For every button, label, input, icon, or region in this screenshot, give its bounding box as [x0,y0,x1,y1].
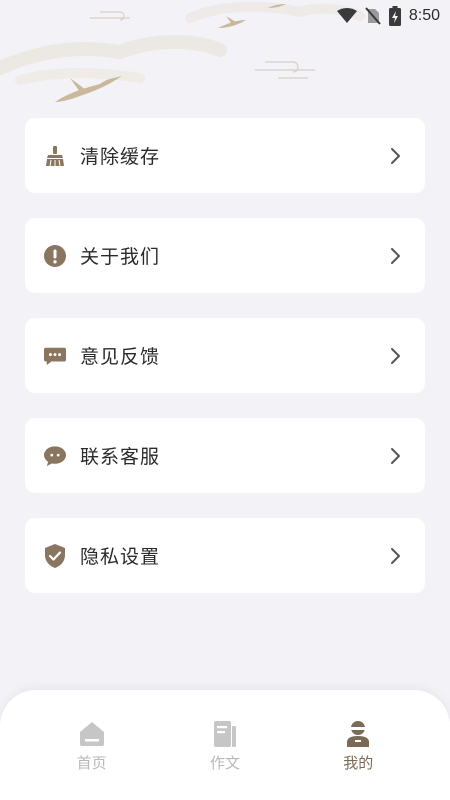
document-icon [213,721,236,747]
no-sim-icon [365,7,381,25]
menu-label: 意见反馈 [80,346,161,368]
exclamation-circle-icon [44,244,66,267]
nav-label: 作文 [209,754,240,772]
privacy-settings-item[interactable]: 隐私设置 [25,518,425,593]
wifi-icon [336,8,357,23]
chevron-right-icon [391,547,400,564]
status-bar: 8:50 [0,0,450,32]
home-icon [79,722,104,746]
nav-label: 首页 [76,754,107,772]
menu-label: 关于我们 [80,246,161,268]
about-us-item[interactable]: 关于我们 [25,218,425,293]
clear-cache-item[interactable]: 清除缓存 [25,118,425,193]
contact-service-item[interactable]: 联系客服 [25,418,425,493]
battery-charging-icon [388,6,401,26]
nav-home[interactable]: 首页 [42,690,142,800]
feedback-item[interactable]: 意见反馈 [25,318,425,393]
broom-icon [44,145,66,167]
shield-check-icon [44,543,66,568]
menu-label: 清除缓存 [80,146,161,168]
chevron-right-icon [391,347,400,364]
nav-label: 我的 [343,754,374,772]
settings-menu: 清除缓存 关于我们 意见反馈 联系客服 隐私设置 [25,118,425,618]
status-time: 8:50 [408,7,440,24]
chevron-right-icon [391,247,400,264]
chat-bubble-icon [44,445,66,467]
nav-essay[interactable]: 作文 [175,690,275,800]
chevron-right-icon [391,147,400,164]
user-icon [347,721,370,747]
bottom-nav: 首页 作文 我的 [0,690,450,800]
chat-dots-icon [44,345,66,367]
menu-label: 隐私设置 [80,546,161,568]
nav-mine[interactable]: 我的 [308,690,408,800]
menu-label: 联系客服 [80,446,161,468]
chevron-right-icon [391,447,400,464]
